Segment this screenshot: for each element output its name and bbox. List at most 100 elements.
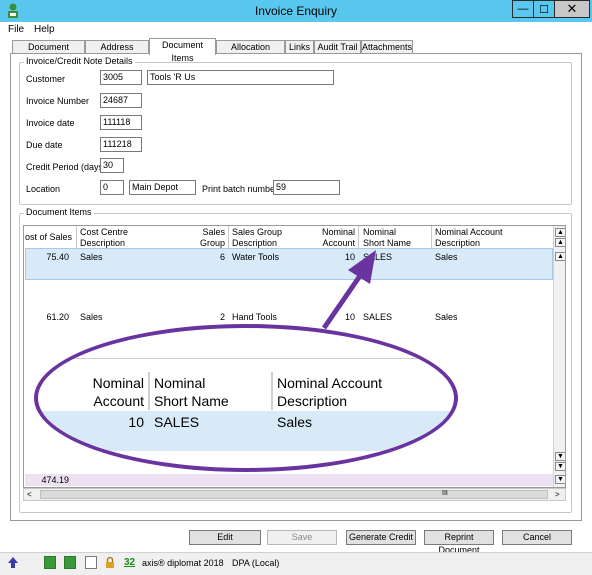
tab-links[interactable]: Links	[285, 40, 314, 54]
vertical-scrollbar[interactable]: ▲ ▲ ▲ ▼ ▼ ▼	[553, 226, 565, 487]
scroll-right-icon[interactable]: >	[555, 490, 560, 499]
minimize-button[interactable]: —	[512, 0, 534, 18]
reprint-document-button[interactable]: Reprint Document	[424, 530, 494, 555]
cell-cost-of-sales: 75.40	[46, 252, 69, 262]
zoom-nominal-short-label-1: Nominal	[154, 375, 206, 391]
col-cost-centre-label-1: Cost Centre	[80, 227, 129, 237]
invoice-details-title: Invoice/Credit Note Details	[24, 56, 135, 66]
cell-cost-centre: Sales	[80, 312, 103, 322]
print-batch-label: Print batch number	[202, 184, 279, 194]
status-connection: DPA (Local)	[232, 558, 280, 568]
col-cost-centre[interactable]: Cost Centre Description	[80, 227, 128, 249]
zoom-cell-nominal-desc: Sales	[277, 414, 313, 430]
location-label: Location	[26, 184, 61, 194]
title-bar[interactable]: Invoice Enquiry — ☐ ✕	[0, 0, 592, 23]
customer-name-field[interactable]: Tools 'R Us	[147, 70, 334, 85]
cell-nominal-desc: Sales	[435, 312, 458, 322]
sync-icon[interactable]	[64, 556, 76, 569]
menu-help[interactable]: Help	[34, 24, 55, 35]
checklist-icon[interactable]	[85, 556, 97, 569]
col-nominal-desc-label-1: Nominal Account	[435, 227, 503, 237]
col-divider	[431, 226, 432, 248]
zoom-nominal-short-label-2: Short Name	[154, 393, 229, 409]
cell-sales-group: 2	[219, 312, 225, 322]
due-date-field[interactable]: 111218	[100, 137, 142, 152]
scroll-left-icon[interactable]: <	[27, 490, 32, 499]
scroll-page-down-icon[interactable]: ▼	[555, 462, 565, 471]
cancel-button[interactable]: Cancel	[502, 530, 572, 545]
location-code-field[interactable]: 0	[100, 180, 124, 195]
refresh-icon[interactable]	[44, 556, 56, 569]
table-row[interactable]	[25, 306, 553, 322]
document-items-title: Document Items	[24, 207, 94, 217]
col-divider	[228, 226, 229, 248]
col-nominal-short-label-1: Nominal	[363, 227, 397, 237]
tab-address-details[interactable]: Address Details	[85, 40, 149, 65]
scroll-thumb-grip-icon: III	[442, 490, 448, 497]
col-divider	[76, 226, 77, 248]
col-cost-of-sales[interactable]: ost of Sales	[25, 232, 72, 243]
zoom-nominal-desc-label-1: Nominal Account	[277, 375, 383, 391]
tab-document-items[interactable]: Document Items	[149, 38, 216, 63]
invoice-number-field[interactable]: 24687	[100, 93, 142, 108]
edit-button[interactable]: Edit	[189, 530, 261, 545]
upload-arrow-icon[interactable]	[7, 556, 19, 569]
total-cost-of-sales: 474.19	[41, 475, 69, 485]
horizontal-scroll-thumb[interactable]	[40, 490, 548, 499]
col-sales-group-desc-label-1: Sales Group	[232, 227, 283, 237]
zoom-col-divider	[271, 372, 273, 410]
scroll-down-icon[interactable]: ▼	[555, 452, 565, 461]
zoom-col-nominal-account: Nominal Account	[68, 374, 144, 410]
print-batch-field[interactable]: 59	[273, 180, 340, 195]
table-row[interactable]	[25, 248, 553, 280]
col-nominal-account-desc[interactable]: Nominal Account Description	[435, 227, 503, 249]
invoice-date-field[interactable]: 111118	[100, 115, 142, 130]
cell-sales-group: 6	[219, 252, 225, 262]
tab-allocation-details[interactable]: Allocation Details	[216, 40, 285, 65]
zoom-callout: Nominal Account Nominal Short Name Nominal…	[34, 324, 458, 472]
zoom-col-divider	[148, 372, 150, 410]
scroll-top-icon[interactable]: ▲	[555, 228, 565, 237]
zoom-nominal-account-label-2: Account	[93, 393, 144, 409]
col-sales-group-label-1: Sales	[202, 227, 225, 237]
zoom-nominal-account-label-1: Nominal	[92, 375, 144, 391]
status-bar: 32 axis® diplomat 2018 DPA (Local)	[0, 552, 592, 575]
status-product: axis® diplomat 2018	[142, 558, 224, 568]
status-count: 32	[124, 557, 136, 568]
window-title: Invoice Enquiry	[254, 4, 338, 18]
cell-sales-group-desc: Water Tools	[232, 252, 280, 262]
col-sales-group-desc[interactable]: Sales Group Description	[232, 227, 282, 249]
tab-document-details[interactable]: Document Details	[12, 40, 85, 65]
annotation-arrow-icon	[321, 250, 376, 330]
menu-file[interactable]: File	[8, 24, 24, 35]
col-cost-of-sales-label: ost of Sales	[25, 232, 73, 242]
lock-icon[interactable]	[104, 556, 116, 569]
location-name-field[interactable]: Main Depot	[129, 180, 196, 195]
save-button[interactable]: Save	[267, 530, 337, 545]
tab-audit-trail[interactable]: Audit Trail	[314, 40, 361, 54]
tab-attachments[interactable]: Attachments	[361, 40, 413, 54]
generate-credit-button[interactable]: Generate Credit	[346, 530, 416, 545]
cell-nominal-desc: Sales	[435, 252, 458, 262]
customer-code-field[interactable]: 3005	[100, 70, 142, 85]
scroll-bottom-icon[interactable]: ▼	[555, 475, 565, 484]
zoom-col-nominal-short-name: Nominal Short Name	[154, 374, 229, 410]
customer-label: Customer	[26, 74, 66, 84]
zoom-col-nominal-desc: Nominal Account Description	[277, 374, 382, 410]
scroll-up-icon[interactable]: ▲	[555, 252, 565, 261]
col-sales-group[interactable]: Sales Group	[194, 227, 225, 249]
close-button[interactable]: ✕	[554, 0, 590, 18]
maximize-button[interactable]: ☐	[533, 0, 555, 18]
zoom-cell-nominal-short-name: SALES	[154, 414, 200, 430]
credit-period-field[interactable]: 30	[100, 158, 124, 173]
cell-sales-group-desc: Hand Tools	[232, 312, 277, 322]
due-date-label: Due date	[26, 140, 63, 150]
zoom-top-rule	[38, 358, 454, 359]
cell-cost-of-sales: 61.20	[46, 312, 69, 322]
col-nominal-account-label-1: Nominal	[321, 227, 355, 237]
zoom-nominal-desc-label-2: Description	[277, 393, 348, 409]
scroll-page-up-icon[interactable]: ▲	[555, 238, 565, 247]
invoice-date-label: Invoice date	[26, 118, 75, 128]
horizontal-scrollbar[interactable]: < III >	[23, 488, 566, 501]
menu-bar: File Help	[0, 22, 592, 37]
